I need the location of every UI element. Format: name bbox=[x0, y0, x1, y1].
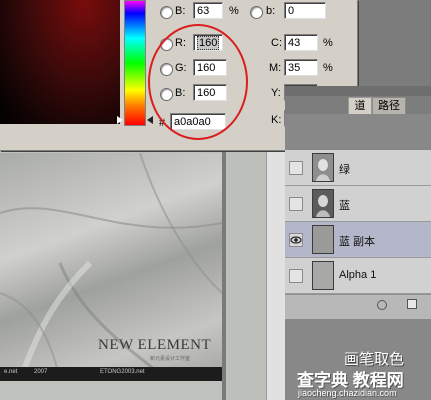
brand-subtitle: 新元素设计工作室 bbox=[150, 356, 191, 362]
photo-footer-stripe: e.net 2007 ETONG2003.net bbox=[0, 367, 222, 381]
yellow-label: Y: bbox=[271, 87, 281, 99]
visibility-toggle[interactable] bbox=[289, 161, 303, 175]
canvas-background bbox=[226, 150, 266, 400]
footer-year: 2007 bbox=[34, 369, 48, 375]
channel-name: Alpha 1 bbox=[339, 269, 377, 281]
gray-icon bbox=[312, 225, 334, 254]
visibility-toggle[interactable] bbox=[289, 197, 303, 211]
black-label: K: bbox=[271, 114, 282, 126]
brightness-input[interactable]: 63 bbox=[193, 2, 223, 19]
canvas-scrollbar[interactable] bbox=[266, 150, 286, 400]
channel-row-blue[interactable]: 蓝 bbox=[285, 186, 431, 222]
load-selection-icon[interactable] bbox=[377, 300, 387, 310]
face-icon bbox=[312, 153, 334, 182]
tab-paths[interactable]: 路径 bbox=[372, 97, 406, 114]
visibility-toggle[interactable] bbox=[289, 269, 303, 283]
highlight-circle bbox=[148, 24, 248, 140]
lab-b-input[interactable]: 0 bbox=[284, 2, 326, 19]
channel-name: 蓝 bbox=[339, 200, 350, 212]
brightness-label: B: bbox=[175, 5, 186, 17]
gray-icon bbox=[312, 261, 334, 290]
watermark-url: jiaocheng.chazidian.com bbox=[298, 388, 397, 398]
cyan-input[interactable]: 43 bbox=[284, 34, 318, 51]
footer-site: ETONG2003.net bbox=[100, 369, 145, 375]
cyan-label: C: bbox=[271, 37, 282, 49]
lab-b-radio[interactable] bbox=[250, 6, 263, 19]
cyan-unit: % bbox=[323, 37, 333, 49]
hue-slider-right-arrow[interactable] bbox=[147, 116, 153, 124]
channel-row-green[interactable]: 绿 bbox=[285, 150, 431, 186]
channel-row-alpha-1[interactable]: Alpha 1 bbox=[285, 258, 431, 294]
new-channel-icon[interactable] bbox=[407, 299, 417, 309]
brightness-radio[interactable] bbox=[160, 6, 173, 19]
channel-name: 绿 bbox=[339, 164, 350, 176]
document-canvas[interactable]: NEW ELEMENT 新元素设计工作室 e.net 2007 ETONG200… bbox=[0, 150, 286, 400]
magenta-label: M: bbox=[269, 62, 282, 74]
eye-icon[interactable] bbox=[289, 233, 303, 247]
footer-left-text: e.net bbox=[4, 369, 18, 375]
tab-channels[interactable]: 道 bbox=[348, 97, 372, 114]
magenta-unit: % bbox=[323, 62, 333, 74]
brightness-unit: % bbox=[229, 5, 239, 17]
channel-row-blue-copy[interactable]: 蓝 副本 bbox=[285, 222, 431, 258]
photo-image: NEW ELEMENT 新元素设计工作室 e.net 2007 ETONG200… bbox=[0, 153, 222, 381]
color-field[interactable] bbox=[0, 0, 120, 124]
brand-text: NEW ELEMENT bbox=[98, 337, 212, 353]
magenta-input[interactable]: 35 bbox=[284, 59, 318, 76]
hue-slider[interactable] bbox=[124, 0, 146, 126]
hue-slider-left-arrow[interactable] bbox=[117, 116, 123, 124]
lab-b-label: b: bbox=[266, 5, 276, 17]
face-icon bbox=[312, 189, 334, 218]
channel-name: 蓝 副本 bbox=[339, 236, 376, 248]
